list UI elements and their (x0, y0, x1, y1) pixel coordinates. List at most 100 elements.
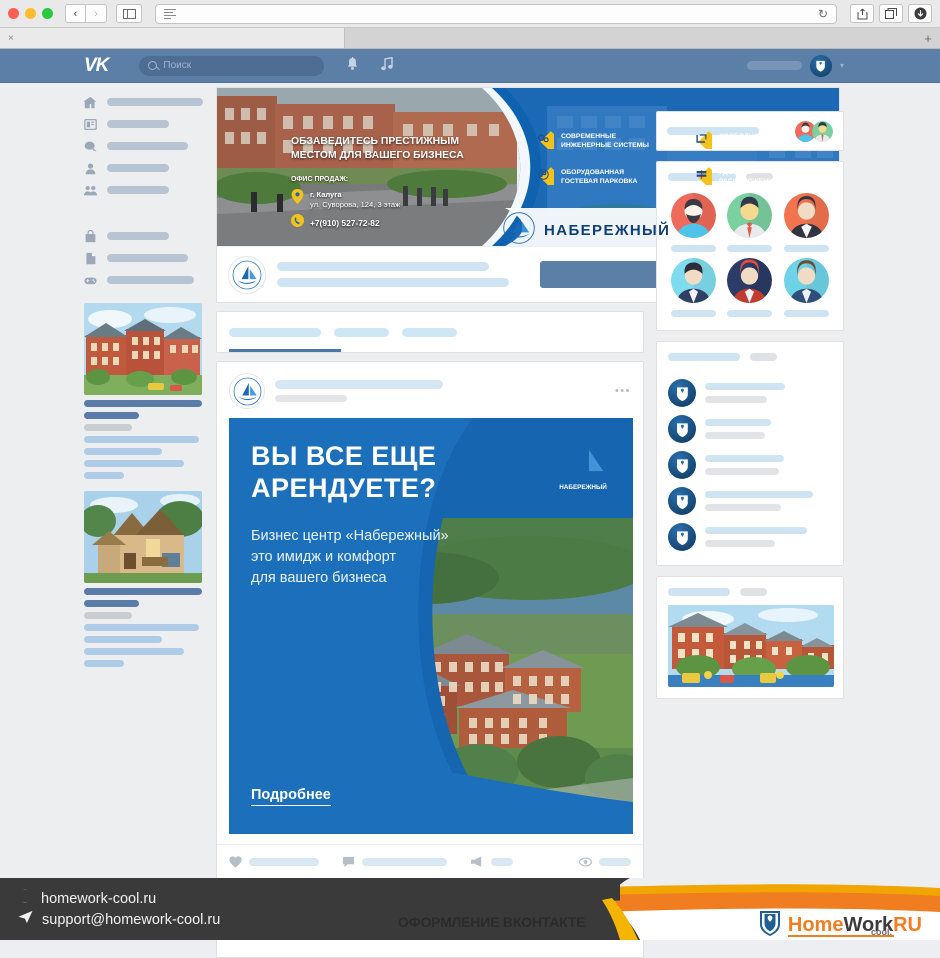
comment-icon[interactable] (342, 856, 355, 868)
member-item[interactable] (725, 193, 776, 252)
avatar-man-suit[interactable] (670, 258, 716, 303)
avatar[interactable] (809, 54, 832, 77)
post-cta-label: Подробнее (251, 787, 331, 806)
tab-info[interactable] (334, 327, 389, 337)
list-item[interactable] (668, 451, 832, 479)
footer-site-row[interactable]: homework-cool.ru (15, 889, 220, 910)
tab-wall[interactable] (229, 327, 321, 337)
avatar-man-tie[interactable] (727, 193, 773, 238)
tab-strip-empty (345, 28, 916, 48)
vk-user-menu[interactable]: ▾ (746, 54, 844, 77)
views-count-bar (599, 858, 631, 866)
member-item[interactable] (781, 258, 832, 317)
group-avatar[interactable] (228, 255, 266, 294)
member-item[interactable] (725, 258, 776, 317)
post-author-avatar[interactable] (229, 373, 265, 409)
post-actions (217, 844, 643, 879)
friends-list (657, 361, 843, 565)
window-traffic-lights[interactable] (8, 8, 53, 19)
heart-icon[interactable] (229, 856, 242, 868)
feature-item: СОВРЕМЕННЫЕ ИНЖЕНЕРНЫЕ СИСТЕМЫ (533, 128, 671, 154)
location-pin-icon (291, 189, 304, 209)
vk-logo[interactable]: VK (84, 55, 109, 77)
browser-tab[interactable]: × (0, 28, 345, 48)
minimize-window-button[interactable] (25, 8, 36, 19)
search-input[interactable]: Поиск (139, 55, 325, 76)
share-icon[interactable] (850, 4, 874, 23)
banner-phone: +7(910) 527-72-82 (310, 218, 380, 228)
group-primary-button[interactable] (540, 261, 665, 288)
homework-logo (814, 59, 827, 72)
sidebar-ad-block[interactable] (84, 491, 208, 667)
nav-primary (84, 91, 208, 201)
list-item[interactable] (668, 523, 832, 551)
tabs-icon[interactable] (879, 4, 903, 23)
comment-count-bar (362, 858, 447, 866)
sidebar-item-friends[interactable] (84, 157, 208, 179)
sidebar-item-games[interactable] (84, 269, 208, 291)
back-button[interactable]: ‹ (65, 4, 86, 23)
avatar-woman-vest[interactable] (784, 193, 830, 238)
tab-close-icon[interactable]: × (8, 33, 14, 44)
member-item[interactable] (781, 193, 832, 252)
bell-icon[interactable] (346, 57, 359, 74)
address-bar[interactable]: ↻ (155, 3, 837, 24)
music-icon[interactable] (381, 56, 394, 74)
downloads-icon[interactable] (908, 4, 932, 23)
ad-text-bar (84, 648, 184, 655)
post-header: ••• (217, 362, 643, 418)
member-item[interactable] (668, 193, 719, 252)
member-name-bar (784, 310, 830, 317)
homework-logo-icon (668, 451, 696, 479)
close-window-button[interactable] (8, 8, 19, 19)
member-item[interactable] (668, 258, 719, 317)
sidebar-item-news[interactable] (84, 113, 208, 135)
friends-title-bar (668, 353, 740, 361)
ad-text-bar (84, 448, 162, 455)
feature-line-1: УДОБНОЕ (719, 169, 753, 176)
sidebar-icon[interactable] (116, 4, 142, 23)
sidebar-item-market[interactable] (84, 225, 208, 247)
member-name-bar (784, 245, 830, 252)
maximize-window-button[interactable] (42, 8, 53, 19)
sidebar-ad-block[interactable] (84, 303, 208, 479)
avatar-woman-red[interactable] (727, 258, 773, 303)
post-image-title-1: ВЫ ВСЕ ЕЩЕ (251, 441, 437, 471)
group-title-bar (277, 262, 489, 271)
search-placeholder: Поиск (163, 60, 192, 71)
avatar-bearded-man[interactable] (670, 193, 716, 238)
eye-icon (579, 857, 592, 867)
sidebar-item-docs[interactable] (84, 247, 208, 269)
post-more-button[interactable]: ••• (615, 385, 631, 397)
post-cta-link[interactable]: Подробнее (251, 786, 331, 806)
avatar-woman-blue[interactable] (784, 258, 830, 303)
footer-contacts: homework-cool.ru support@homework-cool.r… (15, 889, 220, 931)
reload-icon[interactable]: ↻ (818, 7, 828, 21)
tab-photos[interactable] (402, 327, 457, 337)
sidebar-item-home[interactable] (84, 91, 208, 113)
share-icon[interactable] (470, 856, 484, 868)
nav-buttons[interactable]: ‹ › (65, 4, 107, 23)
apartment-complex-photo[interactable] (668, 605, 834, 687)
ad-title-bar (84, 412, 139, 419)
new-tab-button[interactable]: + (916, 28, 940, 48)
homework-brand-logo[interactable]: HomeWorkRU cool. (757, 908, 922, 941)
sidebar-item-label (107, 142, 188, 150)
list-item[interactable] (668, 379, 832, 407)
feature-line-1: СВОБОДНАЯ (719, 133, 764, 140)
list-item[interactable] (668, 487, 832, 515)
post-image[interactable]: ВЫ ВСЕ ЕЩЕ АРЕНДУЕТЕ? Бизнес центр «Набе… (229, 418, 633, 834)
footer-email-row[interactable]: support@homework-cool.ru (18, 910, 220, 931)
stone-cottage-photo (84, 491, 202, 583)
member-name-bar (727, 310, 773, 317)
post-image-title-2: АРЕНДУЕТЕ? (251, 473, 437, 503)
vk-page: ОБЗАВЕДИТЕСЬ ПРЕСТИЖНЫМ МЕСТОМ ДЛЯ ВАШЕГ… (0, 83, 940, 958)
chevron-down-icon[interactable]: ▾ (840, 61, 844, 70)
ad-text-bar (84, 660, 124, 667)
list-item[interactable] (668, 415, 832, 443)
forward-button[interactable]: › (86, 4, 107, 23)
reader-view-icon[interactable] (164, 8, 176, 19)
sidebar-item-messages[interactable] (84, 135, 208, 157)
parking-icon (533, 164, 562, 190)
sidebar-item-groups[interactable] (84, 179, 208, 201)
